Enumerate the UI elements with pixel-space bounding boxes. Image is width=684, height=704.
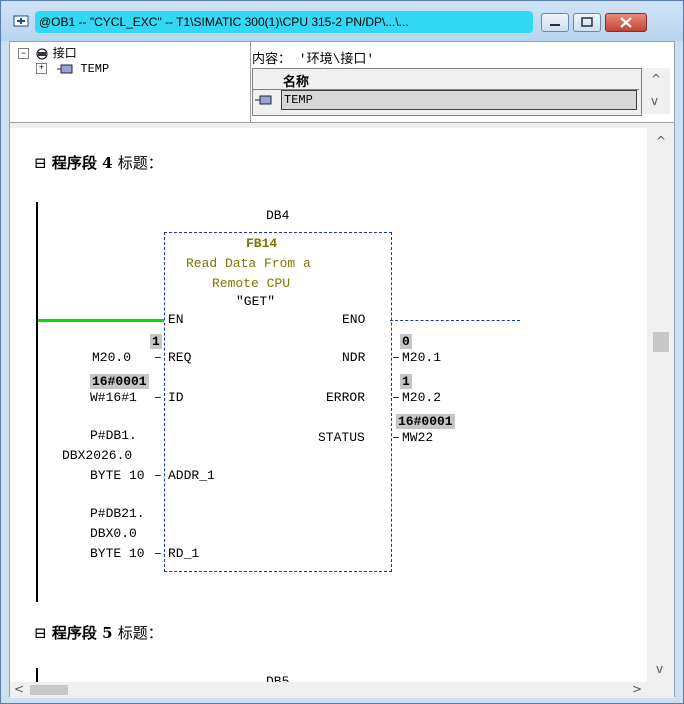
pin-status: STATUS — [318, 430, 365, 445]
minimize-button[interactable] — [541, 13, 569, 32]
table-cell-name[interactable]: TEMP — [281, 90, 637, 110]
expand-icon[interactable]: + — [36, 63, 47, 75]
rd-line2[interactable]: DBX0.0 — [90, 526, 137, 541]
eno-wire — [390, 320, 520, 321]
editor-window: @OB1 -- "CYCL_EXC" -- T1\SIMATIC 300(1)\… — [0, 0, 684, 704]
network-5-title[interactable]: ⊟ 程序段 5 标题： — [34, 622, 163, 643]
pin-en: EN — [168, 312, 184, 327]
table-row[interactable]: TEMP — [253, 89, 639, 112]
scroll-up-icon[interactable]: ^ — [656, 134, 666, 148]
client-area: − 接口 + TEMP 内容： '环境\接口' 名称 TEMP ^ v ⊟ 程序… — [9, 41, 675, 698]
pin-req: REQ — [168, 350, 192, 365]
addr-line2[interactable]: DBX2026.0 — [62, 448, 132, 463]
interface-tree: − 接口 + TEMP — [10, 42, 251, 122]
scroll-down-icon[interactable]: v — [656, 662, 663, 676]
error-operand[interactable]: M20.2 — [402, 390, 441, 405]
interface-icon — [36, 48, 48, 60]
pin-id: ID — [168, 390, 184, 405]
maximize-icon — [581, 17, 593, 27]
rd-line1[interactable]: P#DB21. — [90, 506, 145, 521]
content-path: 内容： '环境\接口' — [252, 52, 375, 67]
instance-db-label[interactable]: DB4 — [266, 208, 289, 223]
id-value: 16#0001 — [90, 374, 149, 389]
network-number: 5 — [102, 624, 113, 642]
ladder-editor[interactable]: ⊟ 程序段 4 标题： DB4 FB14 Read Data From a Re… — [10, 128, 647, 682]
network-title-label: 标题： — [117, 154, 163, 172]
fb-comment-line2: Remote CPU — [212, 276, 291, 291]
error-value: 1 — [400, 374, 412, 389]
scroll-thumb[interactable] — [653, 332, 669, 352]
power-rail — [36, 668, 38, 682]
scroll-up-icon[interactable]: ^ — [651, 72, 661, 86]
scroll-down-icon[interactable]: v — [651, 94, 658, 108]
scroll-right-icon[interactable]: > — [632, 682, 642, 696]
network-title-label: 标题： — [117, 624, 163, 642]
network-4-title[interactable]: ⊟ 程序段 4 标题： — [34, 152, 163, 173]
collapse-icon[interactable]: − — [18, 48, 29, 60]
collapse-icon[interactable]: ⊟ — [34, 154, 47, 172]
tree-item-interface-label: 接口 — [52, 46, 77, 60]
req-operand[interactable]: M20.0 — [92, 350, 131, 365]
title-bar[interactable]: @OB1 -- "CYCL_EXC" -- T1\SIMATIC 300(1)\… — [1, 1, 683, 41]
ndr-value: 0 — [400, 334, 412, 349]
power-flow-line — [38, 319, 164, 322]
temp-variable-icon — [57, 64, 73, 74]
pin-rd-1: RD_1 — [168, 546, 200, 561]
pin-eno: ENO — [342, 312, 366, 327]
status-operand[interactable]: MW22 — [402, 430, 433, 445]
ndr-operand[interactable]: M20.1 — [402, 350, 441, 365]
fb-symbol: "GET" — [236, 294, 276, 309]
declaration-table: 名称 TEMP — [252, 68, 642, 116]
horizontal-scrollbar[interactable]: < > — [10, 682, 674, 698]
fb-name: FB14 — [246, 236, 278, 251]
column-header-name: 名称 — [283, 74, 310, 89]
declaration-pane: − 接口 + TEMP 内容： '环境\接口' 名称 TEMP ^ v — [10, 42, 674, 123]
instance-db-label[interactable]: DB5 — [266, 674, 289, 682]
status-value: 16#0001 — [396, 414, 455, 429]
tree-item-temp[interactable]: + TEMP — [36, 62, 109, 76]
rd-line3[interactable]: BYTE 10 — [90, 546, 145, 561]
addr-line1[interactable]: P#DB1. — [90, 428, 137, 443]
pin-error: ERROR — [326, 390, 366, 405]
network-label: 程序段 — [51, 624, 97, 642]
power-rail — [36, 202, 38, 602]
req-value: 1 — [150, 334, 162, 349]
declaration-scrollbar[interactable]: ^ v — [642, 68, 670, 114]
minimize-icon — [550, 24, 560, 26]
close-button[interactable] — [605, 13, 647, 32]
vertical-scrollbar[interactable]: ^ v — [647, 128, 674, 682]
tree-item-interface[interactable]: − 接口 — [18, 44, 77, 61]
window-title: @OB1 -- "CYCL_EXC" -- T1\SIMATIC 300(1)\… — [35, 11, 533, 33]
scroll-thumb[interactable] — [30, 685, 68, 695]
id-operand[interactable]: W#16#1 — [90, 390, 137, 405]
network-label: 程序段 — [51, 154, 97, 172]
close-icon — [620, 17, 632, 28]
pin-addr-1: ADDR_1 — [168, 468, 215, 483]
tree-item-temp-label: TEMP — [80, 62, 110, 76]
network-number: 4 — [102, 154, 113, 172]
fb-comment-line1: Read Data From a — [186, 256, 311, 271]
addr-line3[interactable]: BYTE 10 — [90, 468, 145, 483]
maximize-button[interactable] — [573, 13, 601, 32]
temp-variable-icon — [255, 95, 272, 105]
pin-ndr: NDR — [342, 350, 366, 365]
program-window-icon — [13, 15, 29, 27]
collapse-icon[interactable]: ⊟ — [34, 624, 47, 642]
scroll-left-icon[interactable]: < — [14, 682, 24, 696]
